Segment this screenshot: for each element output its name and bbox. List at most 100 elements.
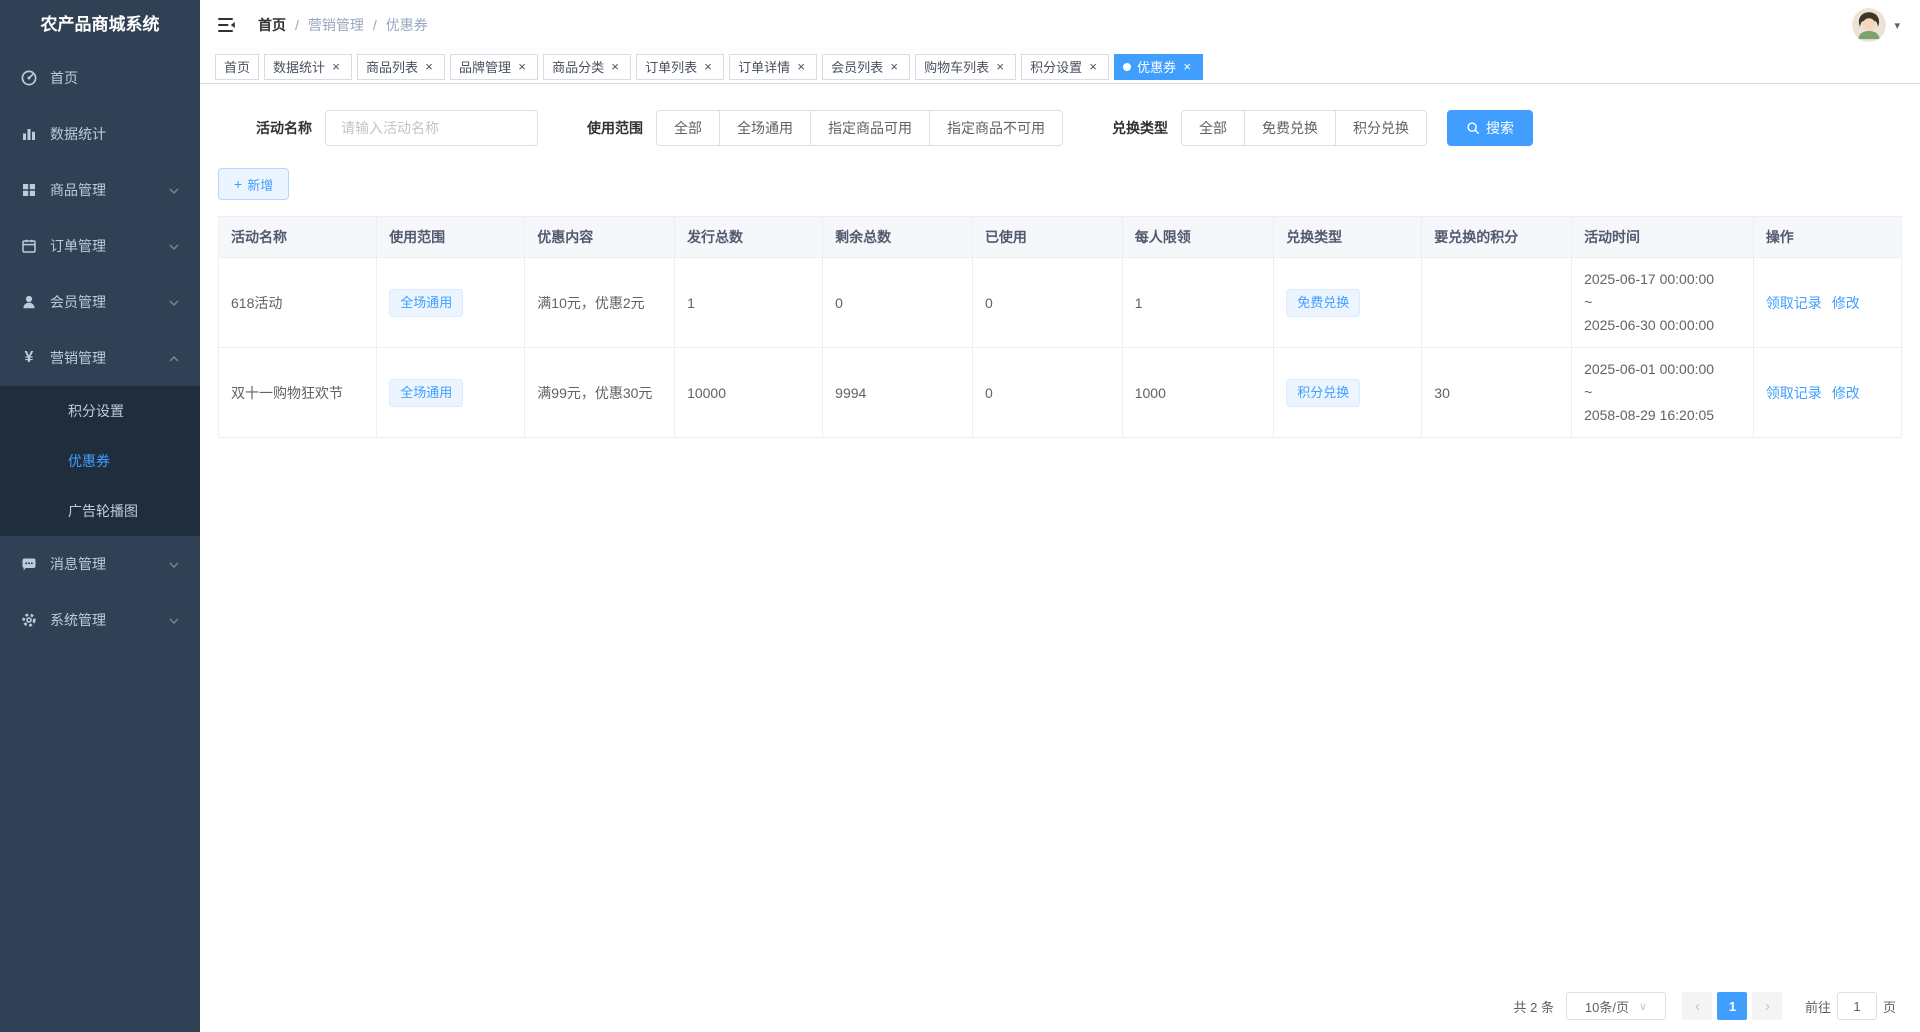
- activity-name-input[interactable]: [325, 110, 538, 146]
- tab-brand-management[interactable]: 品牌管理 ×: [450, 54, 538, 80]
- cell-activity-time: 2025-06-17 00:00:00 ~ 2025-06-30 00:00:0…: [1572, 258, 1754, 348]
- sidebar-item-coupons[interactable]: 优惠券: [0, 436, 200, 486]
- tab-close-icon[interactable]: ×: [608, 60, 622, 74]
- chevron-up-icon: [168, 352, 180, 364]
- user-avatar[interactable]: [1852, 8, 1886, 42]
- tab-close-icon[interactable]: ×: [515, 60, 529, 74]
- collapse-sidebar-icon[interactable]: [218, 17, 236, 33]
- tab-close-icon[interactable]: ×: [1180, 60, 1194, 74]
- col-activity-name: 活动名称: [219, 217, 377, 258]
- time-separator: ~: [1584, 291, 1741, 314]
- tab-label: 数据统计: [273, 57, 325, 76]
- prev-page-button[interactable]: ‹: [1682, 992, 1712, 1020]
- tab-order-detail[interactable]: 订单详情 ×: [729, 54, 817, 80]
- chevron-down-icon: ∨: [1639, 1000, 1647, 1013]
- bar-chart-icon: [20, 125, 38, 143]
- table-row: 618活动 全场通用 满10元，优惠2元 1 0 0 1 免费兑换 2025-0…: [219, 258, 1902, 348]
- sidebar-item-products[interactable]: 商品管理: [0, 162, 200, 218]
- calendar-icon: [20, 237, 38, 255]
- sidebar-item-label: 订单管理: [50, 236, 168, 256]
- time-end: 2025-06-30 00:00:00: [1584, 314, 1741, 337]
- exchange-option-all[interactable]: 全部: [1181, 110, 1245, 146]
- table-row: 双十一购物狂欢节 全场通用 满99元，优惠30元 10000 9994 0 10…: [219, 348, 1902, 438]
- edit-link[interactable]: 修改: [1832, 295, 1860, 311]
- sidebar-item-ad-carousel[interactable]: 广告轮播图: [0, 486, 200, 536]
- chevron-down-icon: [168, 240, 180, 252]
- sidebar-item-home[interactable]: 首页: [0, 50, 200, 106]
- chevron-down-icon: [168, 614, 180, 626]
- exchange-type-label: 兑换类型: [1112, 118, 1168, 138]
- sidebar-item-statistics[interactable]: 数据统计: [0, 106, 200, 162]
- cell-remaining-total: 0: [823, 258, 973, 348]
- scope-option-specified-excluded[interactable]: 指定商品不可用: [929, 110, 1063, 146]
- cell-actions: 领取记录修改: [1753, 348, 1901, 438]
- col-activity-time: 活动时间: [1572, 217, 1754, 258]
- breadcrumb-home[interactable]: 首页: [258, 15, 286, 35]
- sidebar-item-marketing[interactable]: ¥ 营销管理: [0, 330, 200, 386]
- scope-option-universal[interactable]: 全场通用: [719, 110, 811, 146]
- tab-member-list[interactable]: 会员列表×: [822, 54, 910, 80]
- tab-label: 购物车列表: [924, 57, 989, 76]
- sidebar-item-points-settings[interactable]: 积分设置: [0, 386, 200, 436]
- col-per-person-limit: 每人限领: [1122, 217, 1273, 258]
- sidebar-item-label: 营销管理: [50, 348, 168, 368]
- main-area: 首页 / 营销管理 / 优惠券 ▾ 首页 数据统计× 商品列表× 品牌管理× 商…: [200, 0, 1920, 1032]
- tags-view-bar: 首页 数据统计 × 商品列表× 品牌管理 × 商品分类× 订单列表× 订单详情 × 会…: [200, 50, 1920, 84]
- cell-activity-name: 618活动: [219, 258, 377, 348]
- edit-link[interactable]: 修改: [1832, 385, 1860, 401]
- scope-option-specified-allowed[interactable]: 指定商品可用: [810, 110, 930, 146]
- tab-coupons[interactable]: 优惠券×: [1114, 54, 1203, 80]
- cell-per-person-limit: 1: [1122, 258, 1273, 348]
- goto-page-input[interactable]: [1837, 992, 1877, 1020]
- next-page-button[interactable]: ›: [1752, 992, 1782, 1020]
- tab-product-category[interactable]: 商品分类×: [543, 54, 631, 80]
- tab-close-icon[interactable]: ×: [1086, 60, 1100, 74]
- cell-issued-total: 1: [675, 258, 823, 348]
- tab-close-icon[interactable]: ×: [422, 60, 436, 74]
- tab-order-list[interactable]: 订单列表×: [636, 54, 724, 80]
- app-root: 农产品商城系统 首页 数据统计 商品管理: [0, 0, 1920, 1032]
- tab-close-icon[interactable]: ×: [329, 60, 343, 74]
- sidebar: 农产品商城系统 首页 数据统计 商品管理: [0, 0, 200, 1032]
- total-count: 共 2 条: [1514, 997, 1554, 1016]
- tab-close-icon[interactable]: ×: [887, 60, 901, 74]
- search-button[interactable]: 搜索: [1447, 110, 1533, 146]
- filter-form: 活动名称 使用范围 全部 全场通用 指定商品可用 指定商品不可用 兑换类型 全部…: [256, 110, 1902, 146]
- exchange-option-points[interactable]: 积分兑换: [1335, 110, 1427, 146]
- user-menu[interactable]: ▾: [1852, 8, 1900, 42]
- sidebar-item-label: 积分设置: [68, 401, 124, 421]
- breadcrumb-separator: /: [295, 17, 299, 33]
- scope-tag: 全场通用: [389, 289, 463, 317]
- breadcrumb-coupons: 优惠券: [386, 15, 428, 35]
- coupons-table: 活动名称 使用范围 优惠内容 发行总数 剩余总数 已使用 每人限领 兑换类型 要…: [218, 216, 1902, 438]
- tab-label: 品牌管理: [459, 57, 511, 76]
- tab-statistics[interactable]: 数据统计 ×: [264, 54, 352, 80]
- sidebar-item-members[interactable]: 会员管理: [0, 274, 200, 330]
- tab-product-list[interactable]: 商品列表×: [357, 54, 445, 80]
- sidebar-item-orders[interactable]: 订单管理: [0, 218, 200, 274]
- page-unit-label: 页: [1883, 997, 1896, 1016]
- cell-points-required: [1422, 258, 1572, 348]
- col-actions: 操作: [1753, 217, 1901, 258]
- add-button[interactable]: + 新增: [218, 168, 289, 200]
- tab-cart-list[interactable]: 购物车列表 ×: [915, 54, 1016, 80]
- tab-close-icon[interactable]: ×: [993, 60, 1007, 74]
- exchange-option-free[interactable]: 免费兑换: [1244, 110, 1336, 146]
- tab-label: 订单详情: [738, 57, 790, 76]
- sidebar-item-system[interactable]: 系统管理: [0, 592, 200, 648]
- claim-records-link[interactable]: 领取记录: [1766, 295, 1822, 311]
- scope-option-all[interactable]: 全部: [656, 110, 720, 146]
- scope-tag: 全场通用: [389, 379, 463, 407]
- tab-close-icon[interactable]: ×: [701, 60, 715, 74]
- tab-home[interactable]: 首页: [215, 54, 259, 80]
- tab-points-settings[interactable]: 积分设置 ×: [1021, 54, 1109, 80]
- col-scope: 使用范围: [377, 217, 525, 258]
- caret-down-icon[interactable]: ▾: [1894, 19, 1900, 32]
- claim-records-link[interactable]: 领取记录: [1766, 385, 1822, 401]
- sidebar-item-messages[interactable]: 消息管理: [0, 536, 200, 592]
- tab-close-icon[interactable]: ×: [794, 60, 808, 74]
- tab-label: 积分设置: [1030, 57, 1082, 76]
- page-size-select[interactable]: 10条/页 ∨: [1566, 992, 1666, 1020]
- page-number-button[interactable]: 1: [1717, 992, 1747, 1020]
- cell-activity-name: 双十一购物狂欢节: [219, 348, 377, 438]
